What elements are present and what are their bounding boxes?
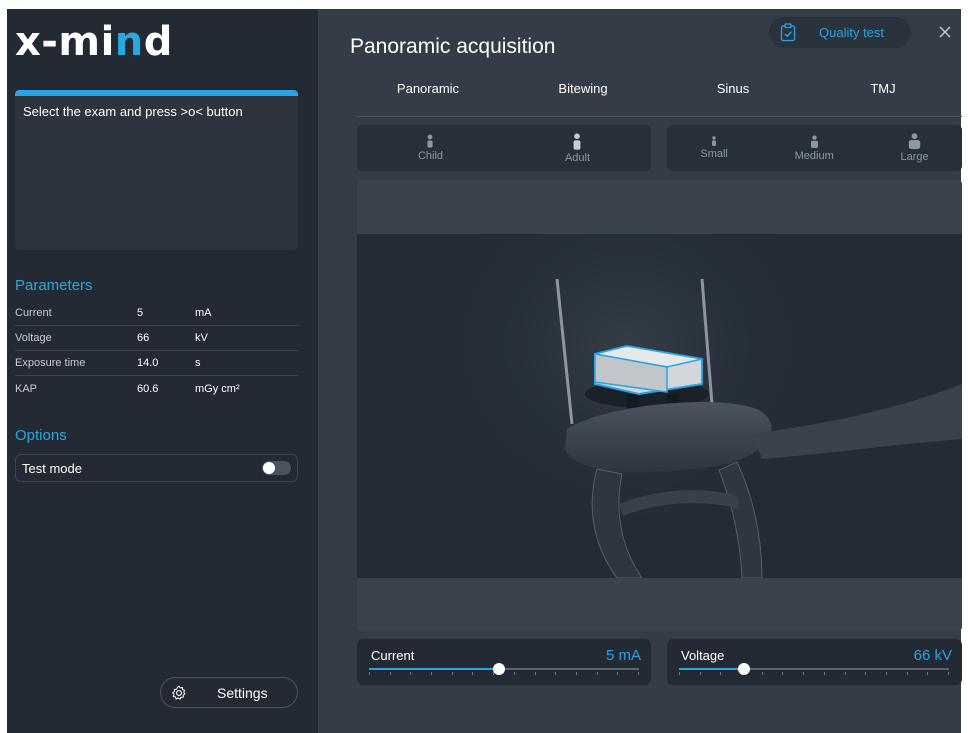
- tab-bitewing[interactable]: Bitewing: [508, 79, 658, 99]
- option-label: Adult: [564, 151, 591, 164]
- option-label: Child: [417, 150, 444, 162]
- settings-button[interactable]: Settings: [160, 677, 298, 708]
- options-title: Options: [15, 427, 67, 444]
- person-icon: [712, 136, 717, 146]
- param-unit: s: [195, 357, 201, 369]
- option-child[interactable]: Child: [418, 134, 443, 162]
- param-row-exposure-time: Exposure time 14.0 s: [15, 351, 298, 376]
- voltage-label: Voltage: [681, 648, 725, 663]
- voltage-value: 66 kV: [913, 647, 952, 664]
- logo-text-accent: n: [114, 19, 144, 65]
- left-panel: x-mi n d Select the exam and press >o< but…: [7, 9, 318, 733]
- current-thumb[interactable]: [492, 663, 505, 675]
- tab-panoramic[interactable]: Panoramic: [353, 79, 503, 99]
- option-medium[interactable]: Medium: [794, 134, 834, 162]
- quality-test-button[interactable]: Quality test: [769, 17, 911, 48]
- preview-stage: [357, 234, 962, 579]
- option-label: Medium: [794, 149, 834, 162]
- settings-label: Settings: [217, 684, 268, 701]
- instruction-text: Select the exam and press >o< button: [23, 104, 243, 119]
- option-adult[interactable]: Adult: [564, 132, 591, 164]
- tab-tmj[interactable]: TMJ: [808, 79, 958, 99]
- param-name: Exposure time: [15, 357, 86, 369]
- param-row-current: Current 5 mA: [15, 301, 298, 326]
- clipboard-check-icon: [779, 23, 797, 43]
- size-selector: Small Medium Large: [667, 125, 962, 171]
- param-row-kap: KAP 60.6 mGy cm²: [15, 376, 298, 401]
- param-name: KAP: [15, 382, 38, 395]
- test-mode-label: Test mode: [22, 460, 82, 476]
- quality-test-label: Quality test: [819, 25, 885, 40]
- param-value: 60.6: [137, 382, 159, 395]
- main-panel: Panoramic acquisition Quality test Panor…: [318, 9, 962, 733]
- param-name: Current: [15, 307, 52, 319]
- exam-tabs: Panoramic Bitewing Sinus TMJ: [357, 79, 962, 117]
- option-large[interactable]: Large: [900, 133, 929, 163]
- current-label: Current: [371, 648, 415, 663]
- param-name: Voltage: [15, 332, 52, 344]
- test-mode-toggle[interactable]: [262, 461, 291, 475]
- voltage-fill: [679, 668, 744, 670]
- option-label: Small: [700, 148, 728, 160]
- param-unit: mA: [195, 307, 212, 319]
- parameters-title: Parameters: [15, 277, 93, 294]
- person-icon: [574, 132, 581, 150]
- param-row-voltage: Voltage 66 kV: [15, 326, 298, 351]
- person-icon: [908, 133, 921, 149]
- page-title: Panoramic acquisition: [350, 35, 556, 58]
- age-selector: Child Adult: [357, 125, 651, 171]
- param-value: 14.0: [137, 357, 159, 369]
- option-label: Large: [900, 151, 929, 163]
- instruction-box: Select the exam and press >o< button: [15, 90, 298, 250]
- logo: x-mi n d: [15, 17, 173, 67]
- toggle-knob: [263, 462, 275, 474]
- logo-text-1: x-mi: [15, 19, 115, 65]
- param-unit: kV: [195, 332, 208, 344]
- logo-text-2: d: [143, 19, 173, 65]
- param-value: 66: [137, 332, 150, 344]
- gear-icon: [171, 685, 187, 701]
- current-fill: [369, 668, 499, 670]
- current-ticks: [369, 672, 639, 675]
- voltage-ticks: [679, 672, 949, 675]
- test-mode-row: Test mode: [15, 454, 298, 482]
- current-value: 5 mA: [605, 647, 641, 664]
- voltage-slider-card: Voltage 66 kV: [667, 639, 962, 685]
- tab-sinus[interactable]: Sinus: [658, 79, 808, 99]
- current-slider-card: Current 5 mA: [357, 639, 651, 685]
- voltage-thumb[interactable]: [737, 663, 750, 675]
- positioning-preview: [357, 180, 962, 631]
- person-icon: [810, 134, 818, 148]
- param-value: 5: [137, 307, 144, 319]
- option-small[interactable]: Small: [700, 136, 728, 160]
- person-icon: [427, 134, 434, 148]
- app-window: x-mi n d Select the exam and press >o< but…: [7, 9, 962, 733]
- close-button[interactable]: [936, 23, 954, 41]
- param-unit: mGy cm²: [195, 382, 240, 395]
- parameters-table: Current 5 mA Voltage 66 kV Exposure time…: [15, 301, 298, 401]
- close-icon: [939, 26, 951, 38]
- chin-rest-illustration: [555, 278, 962, 579]
